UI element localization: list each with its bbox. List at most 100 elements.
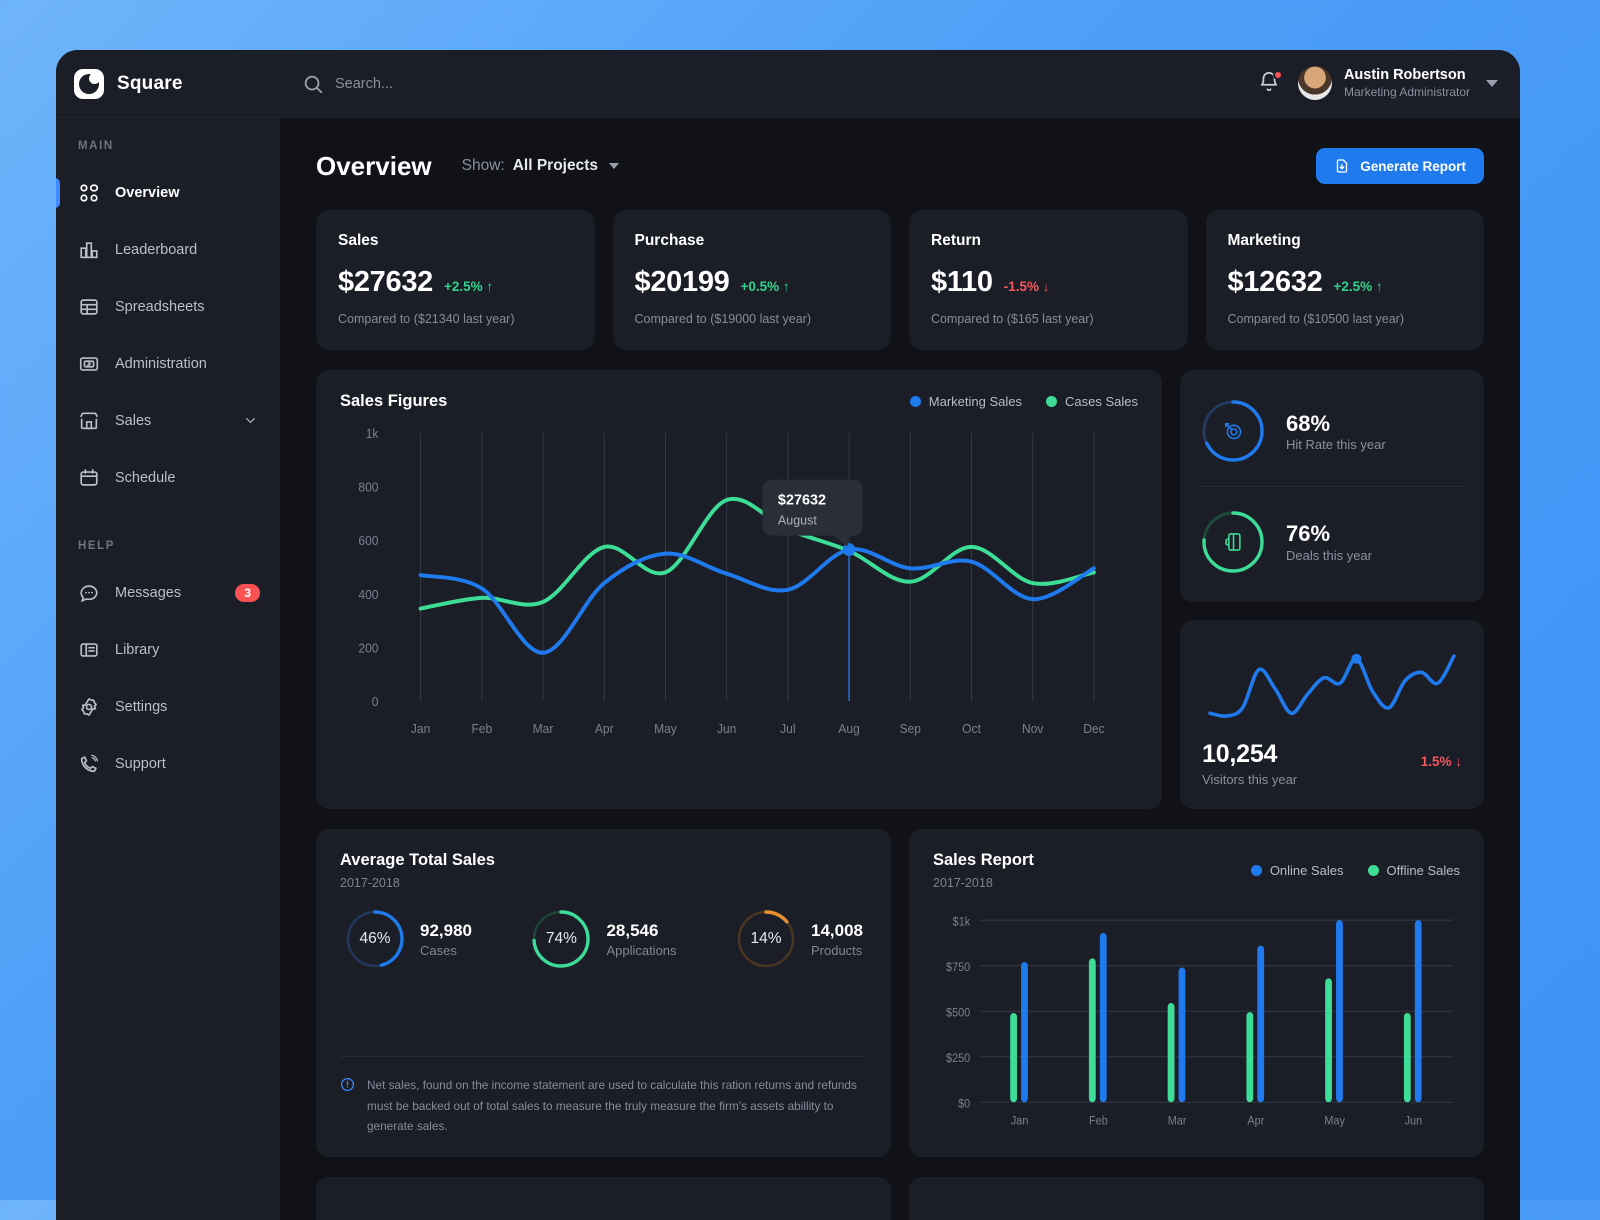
kpi-hit-rate: 68% Hit Rate this year bbox=[1200, 376, 1464, 486]
stat-title: Return bbox=[931, 232, 981, 249]
kpi-card: 68% Hit Rate this year 76% Deals this ye… bbox=[1180, 370, 1484, 602]
chevron-down-icon[interactable] bbox=[1486, 79, 1498, 87]
stat-title: Marketing bbox=[1227, 232, 1301, 249]
donut-label: Cases bbox=[420, 942, 457, 958]
sidebar-item-messages[interactable]: Messages 3 bbox=[56, 564, 280, 621]
svg-text:400: 400 bbox=[358, 588, 378, 602]
sales-figures-card: Sales Figures Marketing Sales Cases Sale… bbox=[316, 370, 1162, 809]
sidebar-item-administration[interactable]: Administration bbox=[56, 335, 280, 392]
legend-label: Marketing Sales bbox=[928, 394, 1023, 409]
svg-text:Sep: Sep bbox=[900, 722, 922, 736]
middle-row: Sales Figures Marketing Sales Cases Sale… bbox=[316, 370, 1484, 809]
sidebar-item-library[interactable]: Library bbox=[56, 621, 280, 678]
sidebar-item-sales[interactable]: Sales bbox=[56, 392, 280, 449]
sidebar-item-label: Overview bbox=[115, 184, 180, 201]
stat-value: $20199 bbox=[634, 266, 730, 298]
donut-value: 92,980 bbox=[420, 920, 472, 940]
info-icon bbox=[341, 1078, 354, 1092]
sidebar-item-leaderboard[interactable]: Leaderboard bbox=[56, 221, 280, 278]
donut-label: Products bbox=[810, 942, 863, 958]
chart-legend: Online Sales Offline Sales bbox=[1250, 863, 1460, 878]
average-total-sales-card: Average Total Sales 2017-2018 46% 92,980… bbox=[316, 829, 891, 1157]
svg-text:200: 200 bbox=[358, 641, 378, 655]
app-window: Square Austin Robertson Marketing Admin bbox=[56, 50, 1520, 1220]
brand-name: Square bbox=[117, 72, 183, 94]
sidebar-item-schedule[interactable]: Schedule bbox=[56, 449, 280, 506]
placeholder-card bbox=[316, 1177, 891, 1220]
svg-text:Apr: Apr bbox=[595, 722, 614, 736]
sales-report-plot[interactable]: $1k $750 $500 $250 $0 Jan Feb Mar Apr May Jun bbox=[933, 912, 1460, 1137]
svg-text:$250: $250 bbox=[946, 1051, 970, 1065]
svg-text:$1k: $1k bbox=[953, 915, 971, 929]
card-title: Average Total Sales bbox=[340, 851, 495, 869]
legend-item-cases-sales: Cases Sales bbox=[1046, 394, 1138, 409]
stat-value: $12632 bbox=[1227, 266, 1323, 298]
sidebar-section-main: MAIN bbox=[78, 140, 114, 152]
search-input[interactable] bbox=[335, 75, 635, 92]
svg-text:600: 600 bbox=[358, 534, 378, 548]
sidebar-item-spreadsheets[interactable]: Spreadsheets bbox=[56, 278, 280, 335]
chevron-down-icon[interactable] bbox=[243, 413, 258, 428]
sidebar-item-overview[interactable]: Overview bbox=[56, 164, 280, 221]
legend-dot bbox=[1250, 865, 1262, 876]
svg-text:Jan: Jan bbox=[411, 722, 431, 736]
sidebar-item-label: Library bbox=[115, 641, 160, 658]
legend-item-marketing-sales: Marketing Sales bbox=[909, 394, 1023, 409]
svg-text:$500: $500 bbox=[946, 1006, 970, 1020]
notifications-button[interactable] bbox=[1258, 70, 1283, 95]
sales-figures-plot[interactable]: 1k 800 600 400 200 0 Jan Feb Mar Apr May Jun Jul Aug S… bbox=[340, 419, 1138, 749]
svg-text:Jun: Jun bbox=[1405, 1114, 1423, 1128]
top-bar: Square Austin Robertson Marketing Admin bbox=[56, 50, 1520, 118]
progress-ring bbox=[1200, 398, 1266, 464]
avatar bbox=[1297, 66, 1332, 101]
phone-icon bbox=[80, 754, 99, 772]
book-icon bbox=[80, 642, 98, 657]
page-header: Overview Show: All Projects Generate Rep… bbox=[316, 148, 1484, 184]
donut-group: 46% 92,980 Cases 74% 28,546 Applications… bbox=[340, 890, 867, 970]
stat-compare: Compared to ($19000 last year) bbox=[634, 312, 811, 326]
notification-badge-dot bbox=[1272, 70, 1283, 81]
sales-report-card: Sales Report 2017-2018 Online Sales Offl… bbox=[909, 829, 1484, 1157]
visitors-sparkline bbox=[1202, 640, 1462, 726]
chart-title: Sales Figures bbox=[340, 392, 448, 410]
generate-report-button[interactable]: Generate Report bbox=[1316, 148, 1484, 184]
sidebar-item-support[interactable]: Support bbox=[56, 735, 280, 792]
store-icon bbox=[80, 411, 98, 429]
stat-cards: Sales $27632 +2.5% ↑ Compared to ($21340… bbox=[316, 210, 1484, 350]
legend-item-offline-sales: Offline Sales bbox=[1367, 863, 1460, 878]
grid-icon bbox=[80, 183, 99, 202]
table-icon bbox=[80, 298, 98, 315]
sidebar-item-label: Sales bbox=[115, 412, 152, 429]
user-name: Austin Robertson bbox=[1343, 67, 1466, 84]
legend-dot bbox=[1367, 865, 1379, 876]
donut-products: 14% 14,008 Products bbox=[735, 908, 863, 970]
sidebar-section-help: HELP bbox=[78, 540, 116, 552]
stat-compare: Compared to ($10500 last year) bbox=[1227, 312, 1404, 326]
donut-percent: 46% bbox=[359, 930, 391, 947]
chat-icon bbox=[80, 584, 98, 602]
generate-report-label: Generate Report bbox=[1360, 158, 1466, 174]
projects-filter-dropdown[interactable]: Show: All Projects bbox=[462, 157, 620, 175]
visitors-label: Visitors this year bbox=[1202, 772, 1298, 787]
brand[interactable]: Square bbox=[56, 68, 280, 99]
money-icon bbox=[79, 356, 99, 371]
bar-chart-svg: $1k $750 $500 $250 $0 Jan Feb Mar Apr May Jun bbox=[946, 915, 1453, 1128]
bar-chart-icon bbox=[80, 241, 98, 258]
svg-text:1k: 1k bbox=[366, 427, 380, 441]
svg-text:Nov: Nov bbox=[1022, 722, 1044, 736]
stat-delta: +2.5% ↑ bbox=[1333, 279, 1383, 294]
square-logo-icon bbox=[74, 68, 104, 99]
svg-text:May: May bbox=[1324, 1114, 1345, 1128]
sidebar-item-label: Administration bbox=[115, 355, 207, 372]
svg-text:Feb: Feb bbox=[471, 722, 492, 736]
card-title: Sales Report bbox=[933, 851, 1034, 869]
user-menu[interactable]: Austin Robertson Marketing Administrator bbox=[1297, 66, 1498, 101]
search-bar[interactable] bbox=[302, 73, 635, 95]
svg-text:0: 0 bbox=[372, 695, 379, 709]
sidebar-item-settings[interactable]: Settings bbox=[56, 678, 280, 735]
line-chart-svg: 1k 800 600 400 200 0 Jan Feb Mar Apr May Jun Jul Aug S… bbox=[358, 427, 1104, 736]
bottom-row: Average Total Sales 2017-2018 46% 92,980… bbox=[316, 829, 1484, 1157]
stat-value: $27632 bbox=[338, 266, 433, 298]
stat-card-purchase: Purchase $20199 +0.5% ↑ Compared to ($19… bbox=[612, 210, 891, 350]
stat-delta: +0.5% ↑ bbox=[740, 279, 790, 294]
